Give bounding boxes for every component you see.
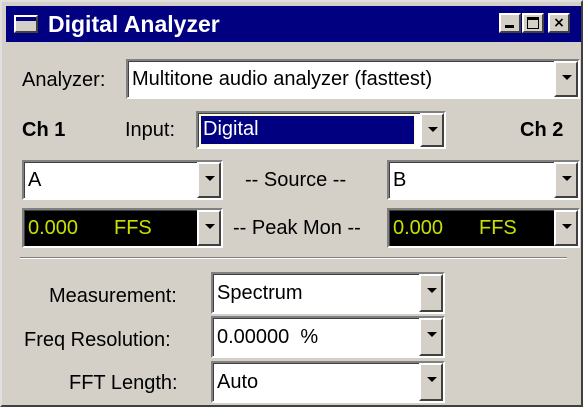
chevron-down-icon[interactable] <box>554 61 578 97</box>
analyzer-label: Analyzer: <box>22 69 106 91</box>
ch1-peak-value: 0.000 <box>28 217 79 239</box>
ch1-peak-mon-meter[interactable]: 0.000 FFS <box>22 208 223 248</box>
ch2-source-select[interactable]: B <box>387 160 580 200</box>
analyzer-value: Multitone audio analyzer (fasttest) <box>132 68 433 90</box>
minimize-button[interactable] <box>499 13 521 33</box>
fft-length-select[interactable]: Auto <box>211 361 445 403</box>
ch2-label: Ch 2 <box>520 119 564 141</box>
analyzer-select[interactable]: Multitone audio analyzer (fasttest) <box>126 59 580 99</box>
ch1-source-select[interactable]: A <box>22 160 223 200</box>
source-label: -- Source -- <box>245 169 347 191</box>
ch1-peak-unit: FFS <box>114 217 152 239</box>
measurement-select[interactable]: Spectrum <box>211 272 445 314</box>
digital-analyzer-window: Digital Analyzer × Analyzer: Multitone a… <box>0 0 583 407</box>
section-divider <box>20 257 567 259</box>
input-label: Input: <box>125 119 176 141</box>
input-select[interactable]: Digital <box>196 111 446 149</box>
maximize-button[interactable] <box>522 13 544 33</box>
freq-resolution-label: Freq Resolution: <box>24 329 171 351</box>
window-title: Digital Analyzer <box>48 11 220 37</box>
ch1-source-value: A <box>28 169 42 191</box>
chevron-down-icon[interactable] <box>419 363 443 401</box>
freq-resolution-select[interactable]: 0.00000 % <box>211 316 445 358</box>
measurement-value: Spectrum <box>217 282 303 304</box>
fft-length-label: FFT Length: <box>69 372 178 394</box>
chevron-down-icon[interactable] <box>197 162 221 198</box>
ch2-peak-mon-meter[interactable]: 0.000 FFS <box>387 208 580 248</box>
measurement-label: Measurement: <box>49 285 177 307</box>
ch2-peak-value: 0.000 <box>393 217 444 239</box>
close-button[interactable]: × <box>548 13 570 33</box>
ch1-label: Ch 1 <box>22 119 66 141</box>
chevron-down-icon[interactable] <box>554 162 578 198</box>
chevron-down-icon[interactable] <box>419 274 443 312</box>
peak-mon-label: -- Peak Mon -- <box>233 217 361 239</box>
ch2-source-value: B <box>393 169 407 191</box>
window-icon[interactable] <box>14 15 38 33</box>
fft-length-value: Auto <box>217 371 259 393</box>
freq-resolution-value: 0.00000 % <box>217 326 319 348</box>
chevron-down-icon[interactable] <box>420 113 444 147</box>
input-value: Digital <box>200 115 415 145</box>
title-bar[interactable]: Digital Analyzer × <box>6 6 581 42</box>
chevron-down-icon[interactable] <box>554 210 578 246</box>
ch2-peak-unit: FFS <box>479 217 517 239</box>
chevron-down-icon[interactable] <box>197 210 221 246</box>
chevron-down-icon[interactable] <box>419 318 443 356</box>
